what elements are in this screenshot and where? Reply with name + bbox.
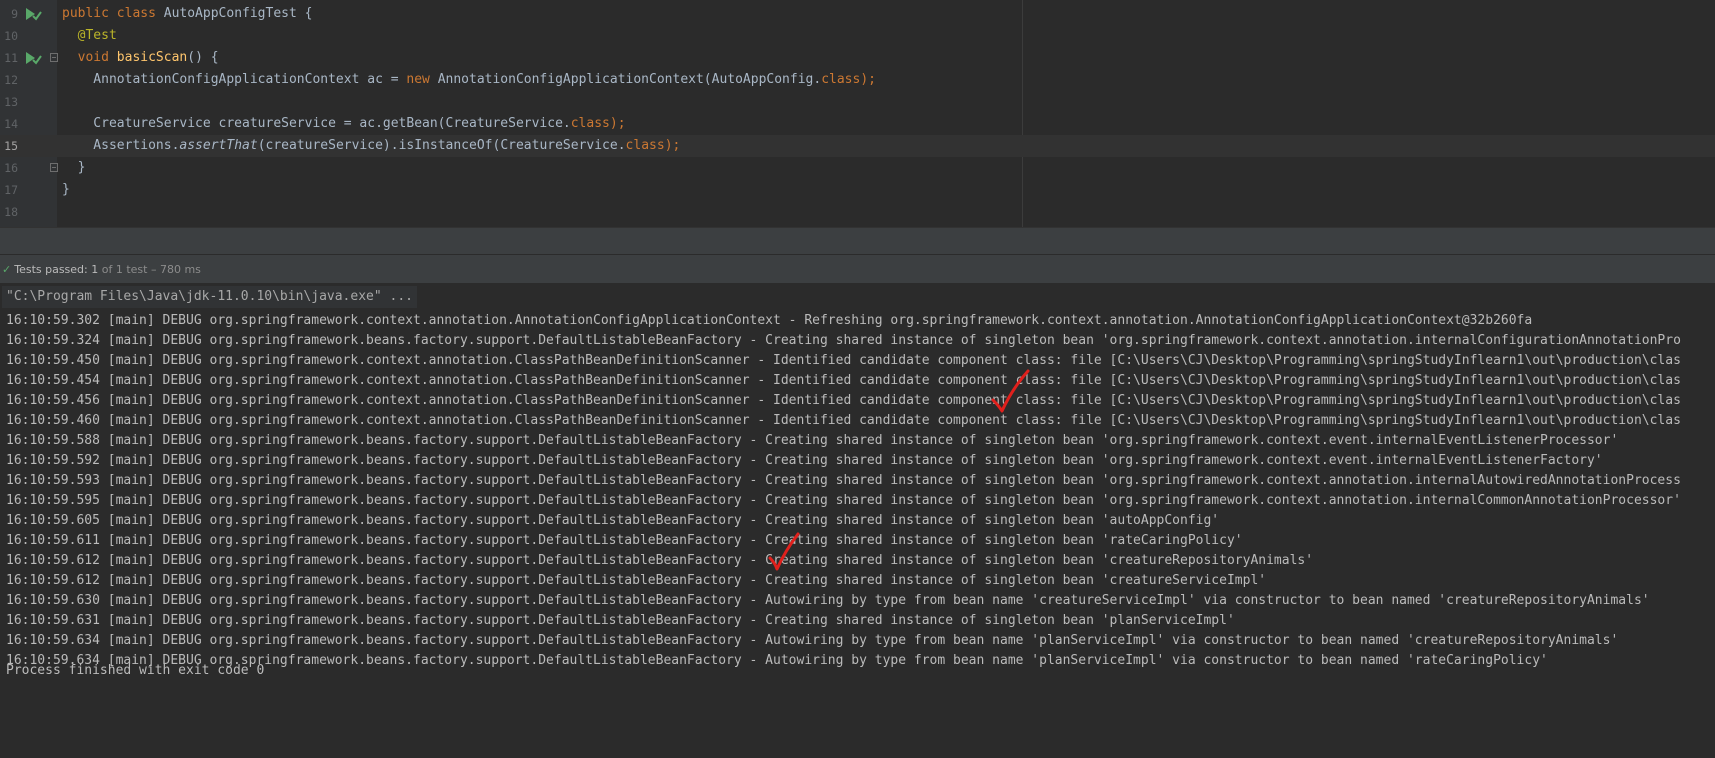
run-test-gutter-icon[interactable] [24, 51, 42, 65]
code-token: ); [664, 138, 681, 153]
code-token: class [570, 116, 610, 131]
fold-marker-icon[interactable] [50, 53, 58, 62]
code-token: new [406, 72, 438, 87]
code-token: class [625, 138, 665, 153]
code-token: basicScan [116, 50, 188, 65]
line-number: 11 [4, 51, 18, 65]
code-line[interactable]: 11 void basicScan() { [0, 47, 1715, 69]
code-line[interactable]: 14 CreatureService creatureService = ac.… [0, 113, 1715, 135]
run-test-gutter-icon[interactable] [24, 7, 42, 21]
code-editor[interactable]: 9 public class AutoAppConfigTest {10 @Tes… [0, 0, 1715, 227]
check-icon: ✓ [2, 263, 12, 276]
line-number: 10 [4, 29, 18, 43]
code-text: } [62, 157, 86, 179]
code-line[interactable]: 15 Assertions.assertThat(creatureService… [0, 135, 1715, 157]
console-log-line: 16:10:59.630 [main] DEBUG org.springfram… [6, 593, 1650, 608]
code-text: Assertions.assertThat(creatureService).i… [62, 135, 680, 157]
handwritten-checkmark-icon [768, 532, 800, 571]
code-text: AnnotationConfigApplicationContext ac = … [62, 69, 876, 91]
code-token: class [821, 72, 861, 87]
code-token: AutoAppConfigTest { [163, 6, 313, 21]
console-log-line: 16:10:59.324 [main] DEBUG org.springfram… [6, 333, 1681, 348]
code-token: (creatureService).isInstanceOf(CreatureS… [257, 138, 626, 153]
line-number: 15 [4, 139, 18, 153]
console-log-line: 16:10:59.588 [main] DEBUG org.springfram… [6, 433, 1619, 448]
line-number: 9 [11, 7, 18, 21]
code-text: } [62, 179, 70, 201]
console-log-line: 16:10:59.634 [main] DEBUG org.springfram… [6, 633, 1619, 648]
code-line[interactable]: 13 [0, 91, 1715, 113]
code-line[interactable]: 18 [0, 201, 1715, 223]
code-text: void basicScan() { [62, 47, 219, 69]
console-log-line: 16:10:59.611 [main] DEBUG org.springfram… [6, 533, 1243, 548]
code-line[interactable]: 16 } [0, 157, 1715, 179]
console-log-line: 16:10:59.460 [main] DEBUG org.springfram… [6, 413, 1681, 428]
code-token: CreatureService creatureService = ac.get… [62, 116, 571, 131]
code-token: AnnotationConfigApplicationContext(AutoA… [437, 72, 822, 87]
line-number: 14 [4, 117, 18, 131]
tests-passed-label: Tests passed: [14, 263, 92, 276]
code-token: AnnotationConfigApplicationContext ac = [62, 72, 407, 87]
code-line[interactable]: 12 AnnotationConfigApplicationContext ac… [0, 69, 1715, 91]
console-log-line: 16:10:59.456 [main] DEBUG org.springfram… [6, 393, 1681, 408]
code-text: public class AutoAppConfigTest { [62, 3, 312, 25]
editor-horizontal-scrollbar[interactable] [0, 227, 1715, 254]
code-token: ); [860, 72, 876, 87]
console-log-line: 16:10:59.612 [main] DEBUG org.springfram… [6, 573, 1267, 588]
console-exit-message: Process finished with exit code 0 [6, 663, 265, 678]
code-token: assertThat [179, 138, 258, 153]
console-log-line: 16:10:59.450 [main] DEBUG org.springfram… [6, 353, 1681, 368]
code-token: } [62, 160, 86, 175]
console-log-line: 16:10:59.631 [main] DEBUG org.springfram… [6, 613, 1235, 628]
console-log-line: 16:10:59.605 [main] DEBUG org.springfram… [6, 513, 1220, 528]
console-log-line: 16:10:59.593 [main] DEBUG org.springfram… [6, 473, 1681, 488]
code-token: ); [609, 116, 626, 131]
console-log-line: 16:10:59.595 [main] DEBUG org.springfram… [6, 493, 1681, 508]
fold-marker-icon[interactable] [50, 163, 58, 172]
run-console[interactable]: "C:\Program Files\Java\jdk-11.0.10\bin\j… [0, 283, 1715, 758]
code-text: @Test [62, 25, 117, 47]
code-token: @Test [62, 28, 117, 43]
code-line[interactable]: 17} [0, 179, 1715, 201]
tests-duration: – 780 ms [147, 263, 201, 276]
code-token: () { [187, 50, 219, 65]
code-line[interactable]: 9 public class AutoAppConfigTest { [0, 3, 1715, 25]
test-status[interactable]: ✓ Tests passed: 1 of 1 test – 780 ms [2, 263, 201, 276]
console-log-line: 16:10:59.612 [main] DEBUG org.springfram… [6, 553, 1314, 568]
run-status-bar: ✓ Tests passed: 1 of 1 test – 780 ms [0, 254, 1715, 284]
code-token: public class [62, 6, 164, 21]
line-number: 13 [4, 95, 18, 109]
console-command-line[interactable]: "C:\Program Files\Java\jdk-11.0.10\bin\j… [2, 286, 417, 308]
handwritten-checkmark-icon [991, 369, 1030, 413]
code-token: Assertions. [62, 138, 180, 153]
line-number: 17 [4, 183, 18, 197]
line-number: 16 [4, 161, 18, 175]
tests-total: of 1 test [98, 263, 148, 276]
code-token: void [77, 50, 117, 65]
line-number: 18 [4, 205, 18, 219]
console-log-line: 16:10:59.302 [main] DEBUG org.springfram… [6, 313, 1533, 328]
console-log-line: 16:10:59.454 [main] DEBUG org.springfram… [6, 373, 1681, 388]
code-line[interactable]: 10 @Test [0, 25, 1715, 47]
code-token: } [62, 182, 70, 197]
code-text: CreatureService creatureService = ac.get… [62, 113, 626, 135]
console-log-line: 16:10:59.592 [main] DEBUG org.springfram… [6, 453, 1603, 468]
line-number: 12 [4, 73, 18, 87]
